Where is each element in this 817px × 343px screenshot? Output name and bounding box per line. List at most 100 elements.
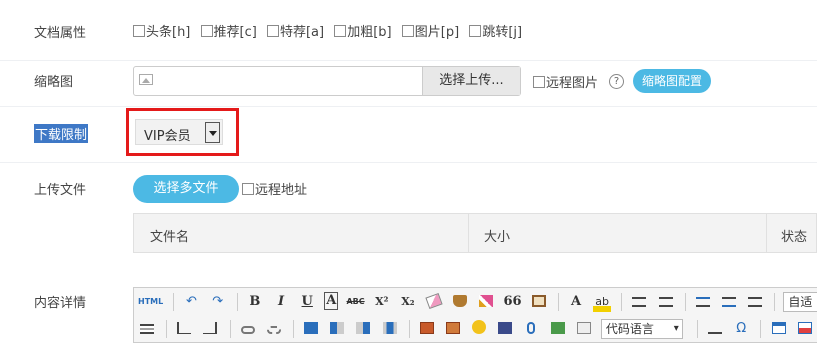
upload-file-label: 上传文件: [34, 183, 87, 198]
editor-toolbar: HTML ↶ ↷ B I U A ABC X² X₂ 66 A ab 自适 代码…: [133, 287, 817, 343]
image-center-icon[interactable]: [381, 319, 399, 339]
toolbar-divider: [774, 293, 776, 311]
select-value: VIP会员: [144, 129, 191, 144]
strikethrough-button[interactable]: ABC: [346, 292, 364, 312]
image-icon: [139, 74, 153, 85]
toolbar-divider: [557, 293, 559, 311]
checkbox[interactable]: [401, 25, 414, 37]
toolbar-row-1: HTML ↶ ↷ B I U A ABC X² X₂ 66 A ab 自适: [138, 292, 817, 314]
link-icon[interactable]: [239, 319, 257, 339]
image-right-icon[interactable]: [354, 319, 372, 339]
paragraph-spacing-bottom-icon[interactable]: [720, 292, 738, 312]
attr-option-jump[interactable]: 跳转[j]: [469, 21, 522, 40]
ordered-list-icon[interactable]: [630, 292, 648, 312]
highlight-color-button[interactable]: ab: [593, 292, 612, 312]
align-justify-icon[interactable]: [138, 319, 156, 339]
horizontal-rule-icon[interactable]: [706, 319, 724, 339]
toolbar-divider: [684, 293, 686, 311]
toolbar-divider: [173, 293, 175, 311]
format-painter-icon[interactable]: [451, 292, 469, 312]
attr-option-recommend[interactable]: 推荐[c]: [200, 21, 257, 40]
help-icon[interactable]: ?: [609, 74, 624, 89]
subscript-button[interactable]: X₂: [399, 292, 417, 312]
content-label: 内容详情: [34, 296, 87, 311]
superscript-button[interactable]: X²: [373, 292, 391, 312]
column-status: 状态: [781, 230, 808, 245]
checkbox[interactable]: [334, 25, 347, 37]
line-height-icon[interactable]: [746, 292, 764, 312]
attr-option-special[interactable]: 特荐[a]: [266, 21, 324, 40]
attr-option-image[interactable]: 图片[p]: [401, 21, 459, 40]
undo-icon[interactable]: ↶: [183, 292, 201, 312]
download-limit-row: 下载限制 VIP会员: [0, 107, 817, 163]
attr-option-headline[interactable]: 头条[h]: [133, 21, 190, 40]
chevron-down-icon[interactable]: [205, 122, 220, 143]
toolbar-divider: [621, 293, 623, 311]
thumbnail-input[interactable]: 选择上传...: [133, 66, 521, 96]
doc-attr-row: 文档属性 头条[h] 推荐[c] 特荐[a] 加粗[b] 图片[p] 跳转[j]: [0, 0, 817, 61]
code-icon[interactable]: [575, 319, 593, 339]
unlink-icon[interactable]: [265, 319, 283, 339]
toolbar-row-2: 代码语言 Ω: [138, 319, 817, 341]
delete-table-icon[interactable]: [796, 319, 814, 339]
map-icon[interactable]: [549, 319, 567, 339]
column-filename: 文件名: [150, 230, 190, 245]
unordered-list-icon[interactable]: [657, 292, 675, 312]
column-size: 大小: [484, 230, 511, 245]
checkbox[interactable]: [133, 25, 145, 37]
font-color-button[interactable]: A: [567, 292, 585, 312]
checkbox[interactable]: [242, 183, 254, 195]
blockquote-button[interactable]: 66: [504, 292, 522, 312]
font-family-select[interactable]: 自适: [783, 292, 817, 312]
paste-plain-icon[interactable]: [530, 292, 548, 312]
insert-image-icon[interactable]: [418, 319, 436, 339]
checkbox[interactable]: [533, 76, 545, 88]
direction-ltr-icon[interactable]: [175, 319, 193, 339]
thumbnail-config-button[interactable]: 缩略图配置: [633, 69, 711, 93]
multi-image-icon[interactable]: [444, 319, 462, 339]
emotion-icon[interactable]: [470, 319, 488, 339]
upload-file-row: 上传文件 选择多文件 远程地址 文件名 大小 状态: [0, 163, 817, 275]
bold-button[interactable]: B: [246, 292, 264, 312]
code-language-select[interactable]: 代码语言: [600, 319, 683, 339]
column-divider: [468, 214, 469, 252]
video-icon[interactable]: [496, 319, 514, 339]
checkbox[interactable]: [200, 25, 213, 37]
column-divider: [766, 214, 767, 252]
paragraph-spacing-top-icon[interactable]: [694, 292, 712, 312]
underline-button[interactable]: U: [298, 292, 316, 312]
choose-multiple-files-button[interactable]: 选择多文件: [133, 175, 239, 203]
direction-rtl-icon[interactable]: [201, 319, 219, 339]
magic-wand-icon[interactable]: [477, 292, 495, 312]
download-limit-select[interactable]: VIP会员: [135, 119, 223, 145]
special-char-button[interactable]: Ω: [732, 319, 750, 339]
toolbar-divider: [760, 320, 762, 338]
doc-attr-options: 头条[h] 推荐[c] 特荐[a] 加粗[b] 图片[p] 跳转[j]: [133, 21, 528, 40]
toolbar-divider: [166, 320, 168, 338]
doc-attr-label: 文档属性: [34, 26, 87, 41]
file-table-header: 文件名 大小 状态: [133, 213, 817, 253]
eraser-icon[interactable]: [425, 292, 443, 312]
download-limit-label: 下载限制: [34, 124, 89, 143]
redo-icon[interactable]: ↷: [209, 292, 227, 312]
toolbar-divider: [408, 320, 410, 338]
image-left-icon[interactable]: [328, 319, 346, 339]
thumbnail-label: 缩略图: [34, 75, 74, 90]
toolbar-divider: [292, 320, 294, 338]
attr-option-bold[interactable]: 加粗[b]: [334, 21, 392, 40]
checkbox[interactable]: [469, 25, 482, 37]
attachment-icon[interactable]: [522, 319, 540, 339]
content-row: 内容详情 HTML ↶ ↷ B I U A ABC X² X₂ 66 A ab: [0, 275, 817, 343]
remote-image-option[interactable]: 远程图片: [533, 72, 598, 91]
font-border-button[interactable]: A: [324, 292, 339, 310]
remote-address-option[interactable]: 远程地址: [242, 179, 307, 198]
html-source-button[interactable]: HTML: [138, 292, 163, 312]
thumbnail-row: 缩略图 选择上传... 远程图片 ? 缩略图配置: [0, 61, 817, 107]
toolbar-divider: [696, 320, 698, 338]
image-none-icon[interactable]: [302, 319, 320, 339]
toolbar-divider: [236, 293, 238, 311]
choose-upload-button[interactable]: 选择上传...: [422, 67, 520, 95]
italic-button[interactable]: I: [272, 292, 290, 312]
checkbox[interactable]: [266, 25, 279, 37]
insert-table-icon[interactable]: [770, 319, 788, 339]
